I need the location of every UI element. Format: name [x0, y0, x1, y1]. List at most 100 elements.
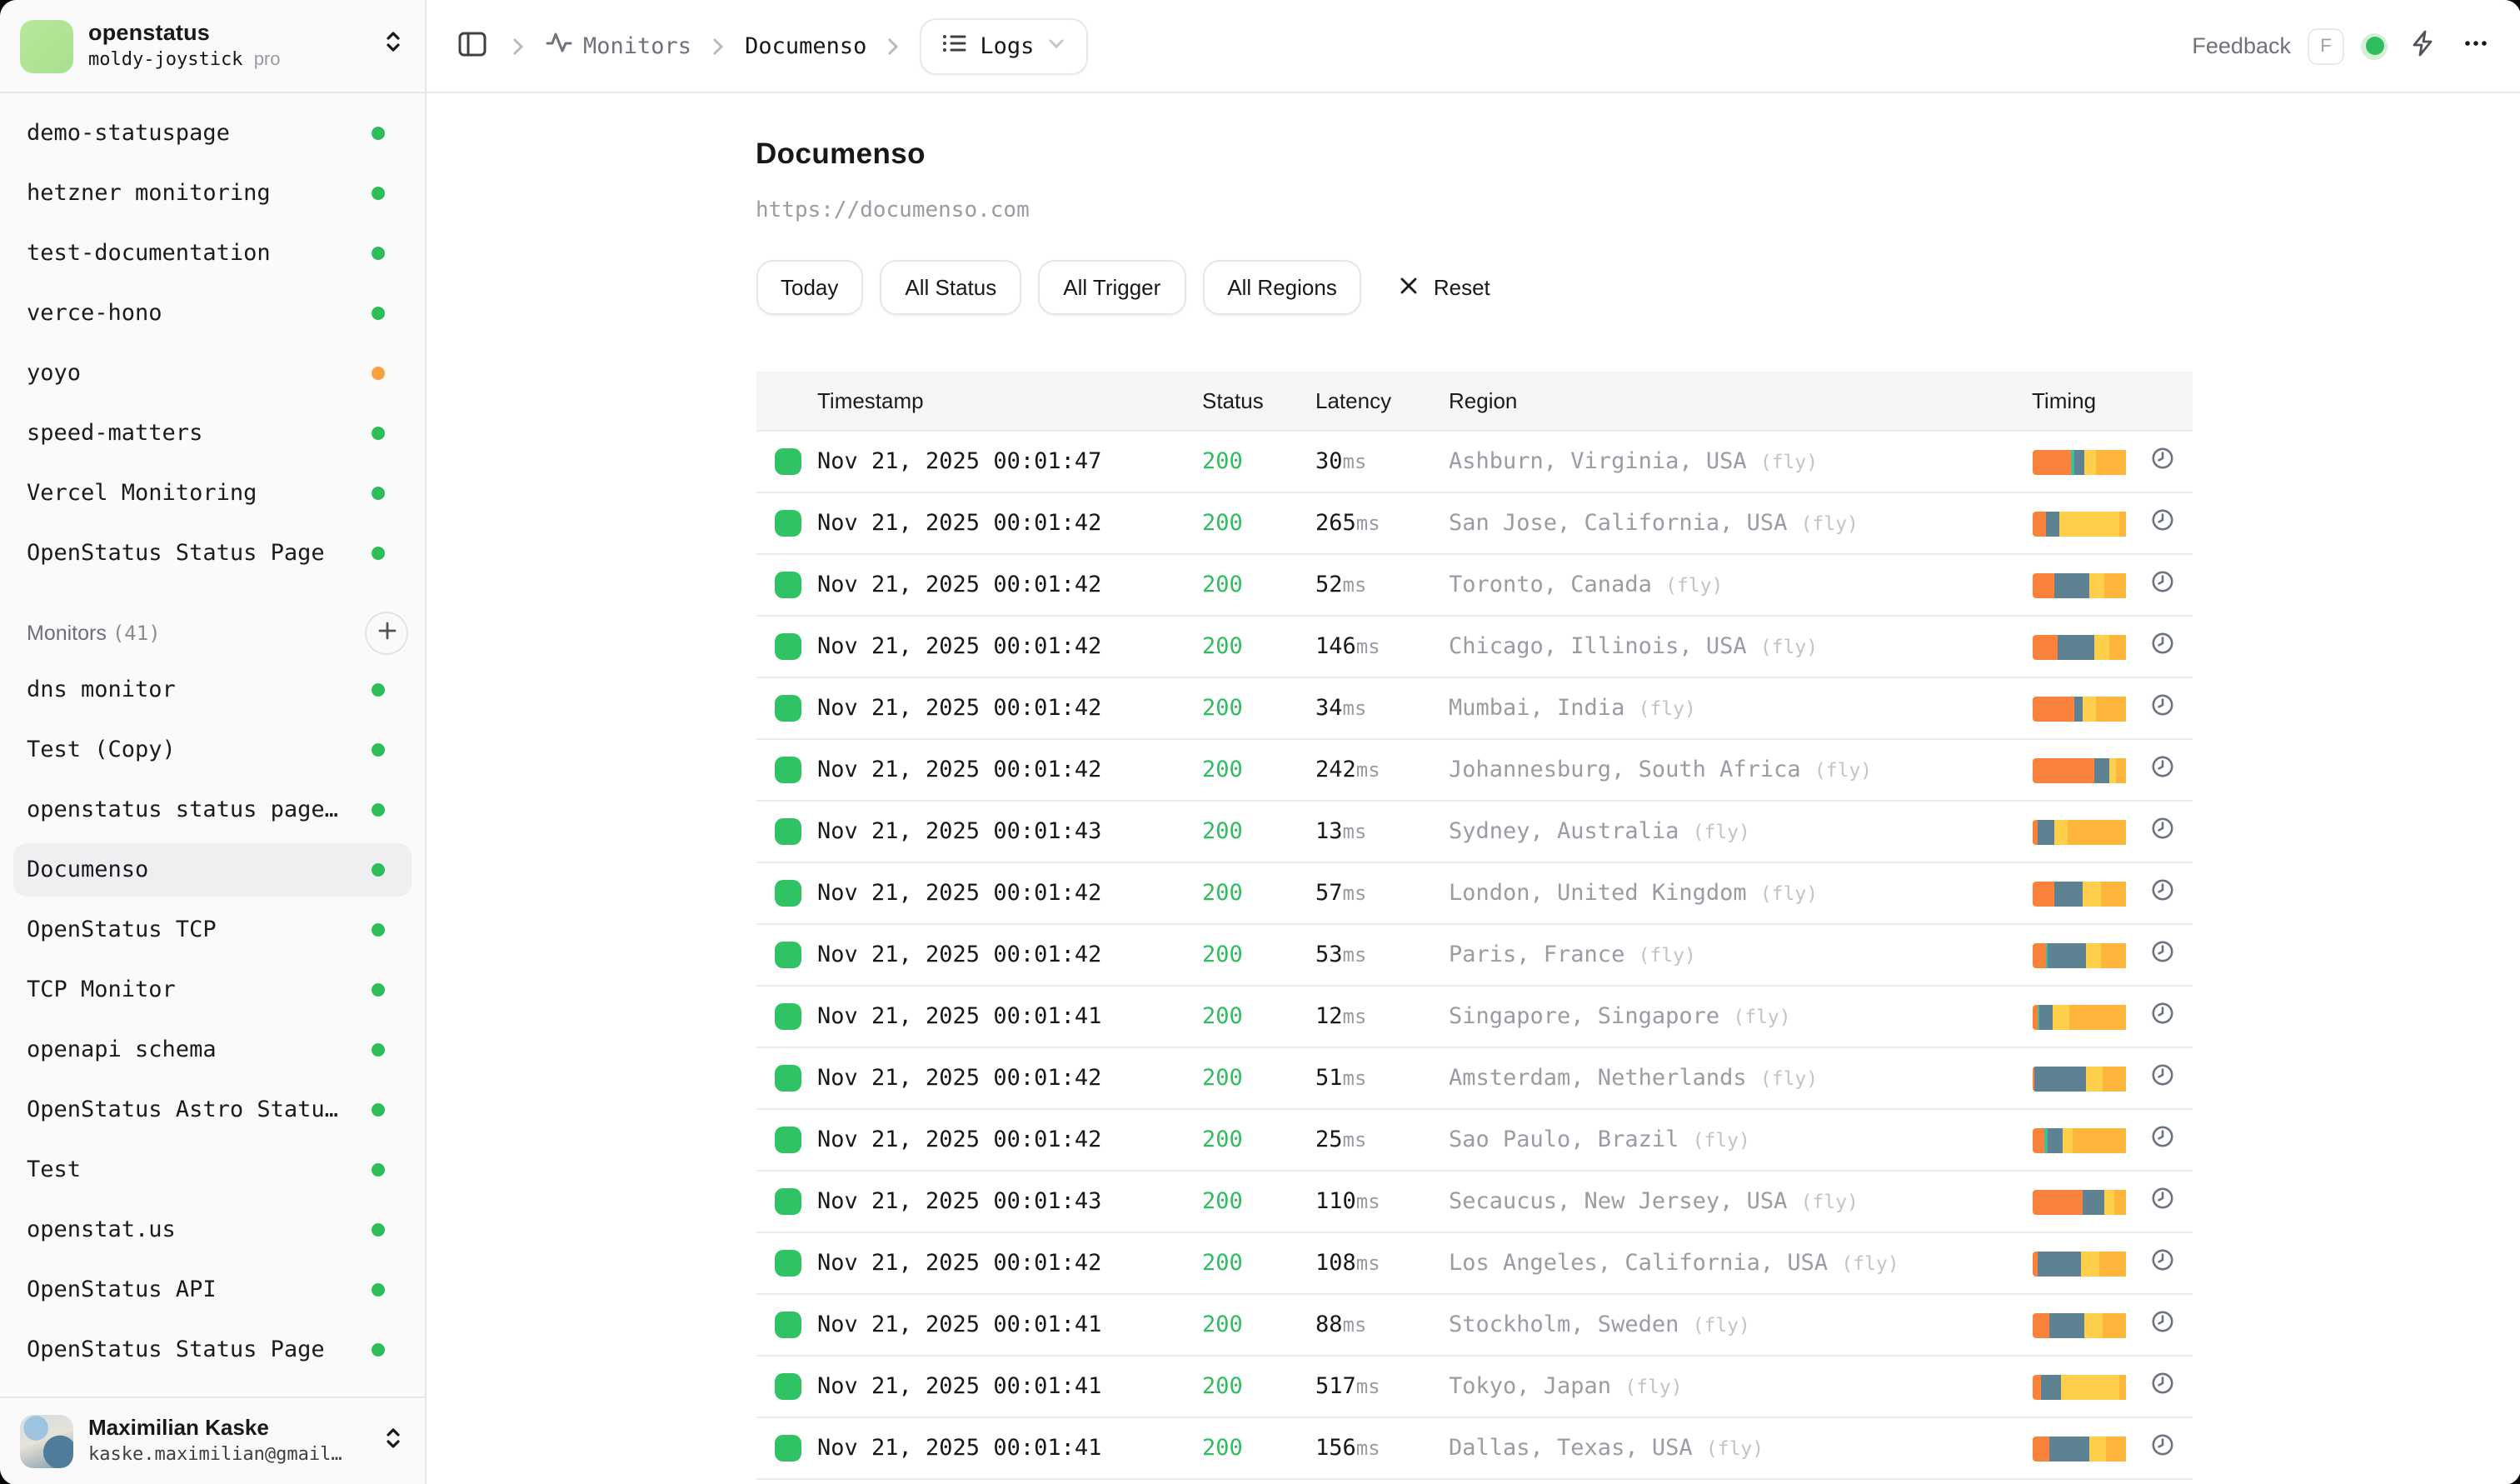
table-row[interactable]: Nov 21, 2025 00:01:42200265msSan Jose, C… [756, 493, 2192, 555]
timing-cell [2032, 572, 2127, 597]
clock-icon[interactable] [2150, 1124, 2173, 1156]
user-menu[interactable]: Maximilian Kaske kaske.maximilian@gmail… [0, 1397, 425, 1484]
sidebar-item-monitor[interactable]: Documenso [13, 843, 412, 897]
timing-bar[interactable] [2032, 1004, 2127, 1029]
sidebar-item-monitor[interactable]: OpenStatus TCP [13, 903, 412, 957]
timing-bar[interactable] [2032, 449, 2127, 474]
chevron-right-icon [883, 36, 903, 56]
breadcrumb-documenso[interactable]: Documenso [745, 32, 866, 59]
content-scroll-area[interactable]: Documenso https://documenso.com TodayAll… [427, 93, 2520, 1484]
sidebar-item-monitor[interactable]: openapi schema [13, 1023, 412, 1077]
clock-icon[interactable] [2150, 877, 2173, 909]
sidebar-item-monitor[interactable]: Test (Copy) [13, 723, 412, 777]
filter-button-today[interactable]: Today [756, 260, 863, 315]
col-timing[interactable]: Timing [2032, 388, 2127, 413]
sidebar-item-statuspage[interactable]: Vercel Monitoring [13, 467, 412, 520]
workspace-switcher[interactable]: openstatus moldy-joystick pro [0, 0, 425, 93]
row-indicator-cell [756, 572, 817, 598]
table-row[interactable]: Nov 21, 2025 00:01:4120012msSingapore, S… [756, 987, 2192, 1048]
clock-icon[interactable] [2150, 569, 2173, 601]
col-status[interactable]: Status [1202, 388, 1315, 413]
clock-icon[interactable] [2150, 754, 2173, 786]
sidebar-item-monitor[interactable]: OpenStatus Astro Statu… [13, 1083, 412, 1137]
timing-bar[interactable] [2032, 1251, 2127, 1276]
filter-button-all-regions[interactable]: All Regions [1202, 260, 1362, 315]
sidebar-item-statuspage[interactable]: speed-matters [13, 407, 412, 460]
timing-bar[interactable] [2032, 942, 2127, 967]
clock-icon[interactable] [2150, 1247, 2173, 1279]
sidebar-item-statuspage[interactable]: verce-hono [13, 287, 412, 340]
sidebar-item-statuspage[interactable]: yoyo [13, 347, 412, 400]
sidebar-item-label: speed-matters [27, 420, 358, 447]
sidebar-item-monitor[interactable]: Test [13, 1143, 412, 1197]
filter-button-all-trigger[interactable]: All Trigger [1038, 260, 1185, 315]
timing-bar[interactable] [2032, 1189, 2127, 1214]
col-timestamp[interactable]: Timestamp [817, 388, 1202, 413]
sidebar-item-statuspage[interactable]: demo-statuspage [13, 107, 412, 160]
latency-value: 156 [1315, 1435, 1356, 1462]
feedback-button[interactable]: Feedback [2192, 33, 2291, 58]
clock-icon[interactable] [2150, 507, 2173, 539]
table-row[interactable]: Nov 21, 2025 00:01:4220051msAmsterdam, N… [756, 1048, 2192, 1110]
filter-button-all-status[interactable]: All Status [880, 260, 1021, 315]
sidebar-item-monitor[interactable]: TCP Monitor [13, 963, 412, 1017]
timing-bar[interactable] [2032, 634, 2127, 659]
table-row[interactable]: Nov 21, 2025 00:01:4120088msStockholm, S… [756, 1295, 2192, 1357]
table-row[interactable]: Nov 21, 2025 00:01:42200146msChicago, Il… [756, 617, 2192, 678]
timing-bar[interactable] [2032, 572, 2127, 597]
table-row[interactable]: Nov 21, 2025 00:01:4220057msLondon, Unit… [756, 863, 2192, 925]
col-latency[interactable]: Latency [1315, 388, 1449, 413]
logs-view-selector[interactable]: Logs [920, 17, 1087, 74]
table-row[interactable]: Nov 21, 2025 00:01:41200156msDallas, Tex… [756, 1418, 2192, 1480]
timing-bar[interactable] [2032, 1127, 2127, 1152]
table-row[interactable]: Nov 21, 2025 00:01:4220052msToronto, Can… [756, 555, 2192, 617]
clock-icon[interactable] [2150, 1432, 2173, 1464]
clock-icon[interactable] [2150, 692, 2173, 724]
timing-bar[interactable] [2032, 696, 2127, 721]
timing-bar[interactable] [2032, 1374, 2127, 1399]
clock-icon[interactable] [2150, 1309, 2173, 1341]
clock-icon[interactable] [2150, 939, 2173, 971]
clock-icon[interactable] [2150, 1062, 2173, 1094]
sidebar-item-statuspage[interactable]: OpenStatus Status Page [13, 527, 412, 580]
table-row[interactable]: Nov 21, 2025 00:01:41200517msTokyo, Japa… [756, 1357, 2192, 1418]
table-row[interactable]: Nov 21, 2025 00:01:4220025msSao Paulo, B… [756, 1110, 2192, 1172]
add-monitor-button[interactable] [365, 612, 408, 655]
system-status-indicator[interactable] [2361, 32, 2388, 59]
timing-bar[interactable] [2032, 819, 2127, 844]
sidebar-item-monitor[interactable]: openstat.us [13, 1203, 412, 1257]
table-row[interactable]: Nov 21, 2025 00:01:42200108msLos Angeles… [756, 1233, 2192, 1295]
command-menu-button[interactable] [2404, 25, 2441, 67]
sidebar-toggle-button[interactable] [453, 24, 492, 67]
timing-bar[interactable] [2032, 1066, 2127, 1091]
timing-bar[interactable] [2032, 1312, 2127, 1337]
clock-icon[interactable] [2150, 1186, 2173, 1217]
clock-icon[interactable] [2150, 1371, 2173, 1402]
timing-bar[interactable] [2032, 757, 2127, 782]
sidebar-item-monitor[interactable]: OpenStatus API [13, 1263, 412, 1317]
sidebar-item-statuspage[interactable]: test-documentation [13, 227, 412, 280]
clock-icon[interactable] [2150, 816, 2173, 847]
sidebar-item-monitor[interactable]: OpenStatus Status Page [13, 1323, 412, 1377]
sidebar-item-monitor[interactable]: openstatus status page… [13, 783, 412, 837]
timing-segment-tls [2054, 572, 2089, 597]
timing-bar[interactable] [2032, 1436, 2127, 1461]
clock-icon[interactable] [2150, 446, 2173, 477]
more-options-button[interactable] [2458, 25, 2494, 67]
table-row[interactable]: Nov 21, 2025 00:01:43200110msSecaucus, N… [756, 1172, 2192, 1233]
table-row[interactable]: Nov 21, 2025 00:01:4220034msMumbai, Indi… [756, 678, 2192, 740]
clock-icon[interactable] [2150, 631, 2173, 662]
col-region[interactable]: Region [1449, 388, 2032, 413]
latency-unit: ms [1343, 697, 1367, 720]
table-row[interactable]: Nov 21, 2025 00:01:4320013msSydney, Aust… [756, 802, 2192, 863]
reset-filters-button[interactable]: Reset [1389, 274, 1500, 301]
table-row[interactable]: Nov 21, 2025 00:01:4220053msParis, Franc… [756, 925, 2192, 987]
timing-bar[interactable] [2032, 881, 2127, 906]
sidebar-item-statuspage[interactable]: hetzner monitoring [13, 167, 412, 220]
sidebar-item-monitor[interactable]: dns monitor [13, 663, 412, 717]
table-row[interactable]: Nov 21, 2025 00:01:42200242msJohannesbur… [756, 740, 2192, 802]
clock-icon[interactable] [2150, 1001, 2173, 1032]
table-row[interactable]: Nov 21, 2025 00:01:4720030msAshburn, Vir… [756, 432, 2192, 493]
timing-bar[interactable] [2032, 511, 2127, 536]
breadcrumb-monitors[interactable]: Monitors [545, 28, 691, 63]
